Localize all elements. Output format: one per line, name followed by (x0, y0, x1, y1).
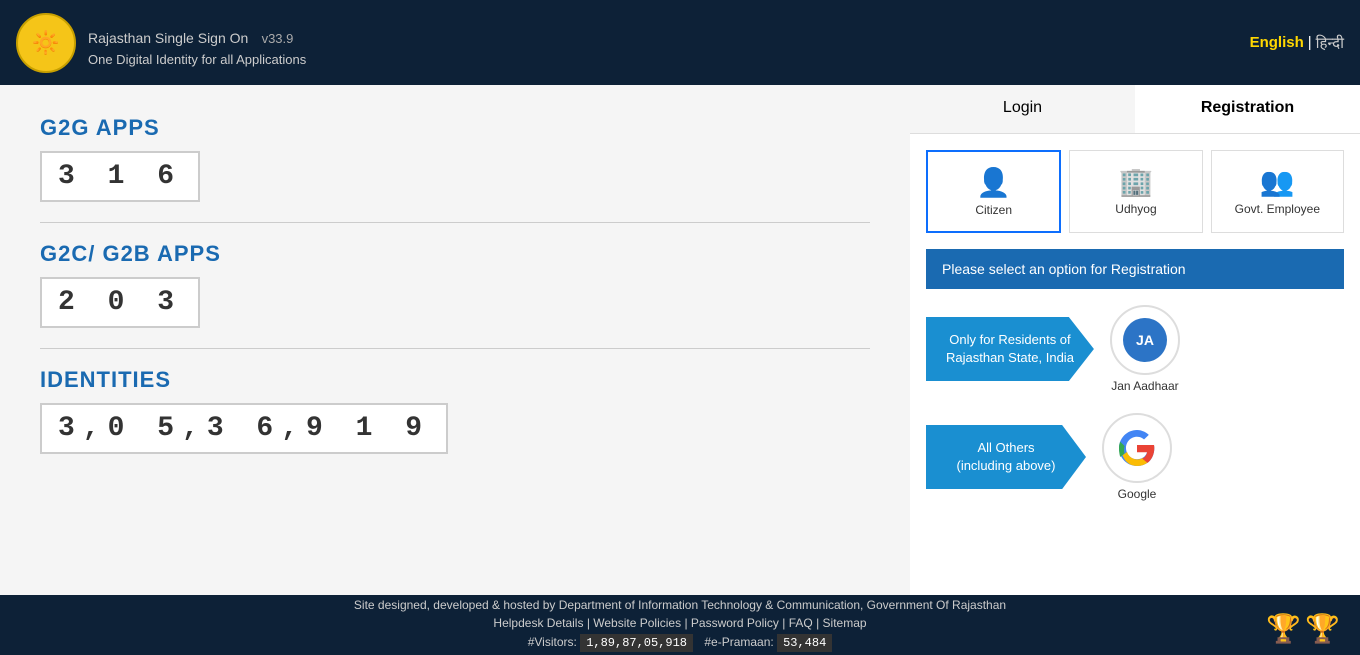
password-policy-link[interactable]: Password Policy (691, 616, 779, 630)
google-row: All Others (including above) Google (926, 413, 1344, 501)
divider-2 (40, 348, 870, 349)
g2g-count: 3 1 6 (40, 151, 200, 202)
english-lang-btn[interactable]: English (1250, 34, 1304, 51)
registration-type-icons: 👤 Citizen 🏢 Udhyog 👥 Govt. Employee (926, 150, 1344, 233)
site-header: 🔆 Rajasthan Single Sign On v33.9 One Dig… (0, 0, 1360, 85)
site-title: Rajasthan Single Sign On v33.9 (88, 19, 306, 50)
all-others-button[interactable]: All Others (including above) (926, 425, 1086, 489)
g2g-title: G2G APPS (40, 115, 870, 141)
site-footer: Site designed, developed & hosted by Dep… (0, 595, 1360, 655)
jan-aadhaar-row: Only for Residents of Rajasthan State, I… (926, 305, 1344, 393)
svg-text:JA: JA (1136, 332, 1154, 348)
visitors-count: 1,89,87,05,918 (580, 634, 693, 652)
identities-title: IDENTITIES (40, 367, 870, 393)
sitemap-link[interactable]: Sitemap (823, 616, 867, 630)
epramaan-count: 53,484 (777, 634, 832, 652)
epramaan-label: #e-Pramaan: (704, 635, 773, 649)
google-group: Google (1102, 413, 1172, 501)
faq-link[interactable]: FAQ (789, 616, 813, 630)
govt-employee-icon: 👥 (1220, 165, 1335, 198)
jan-aadhaar-icon[interactable]: JA (1110, 305, 1180, 375)
registration-content: 👤 Citizen 🏢 Udhyog 👥 Govt. Employee Plea… (910, 134, 1360, 595)
registration-tab[interactable]: Registration (1135, 85, 1360, 133)
trophy-area: 🏆 🏆 (1266, 612, 1340, 645)
right-panel: Login Registration 👤 Citizen 🏢 Udhyog 👥 … (910, 85, 1360, 595)
footer-bottom: #Visitors: 1,89,87,05,918 #e-Pramaan: 53… (16, 634, 1344, 652)
site-subtitle: One Digital Identity for all Application… (88, 52, 306, 67)
citizen-icon: 👤 (936, 166, 1051, 199)
g2g-section: G2G APPS 3 1 6 (40, 115, 870, 202)
udhyog-icon: 🏢 (1078, 165, 1193, 198)
jan-aadhaar-label: Jan Aadhaar (1111, 379, 1178, 393)
citizen-label: Citizen (936, 203, 1051, 217)
hindi-lang-btn[interactable]: हिन्दी (1316, 33, 1344, 53)
footer-main-text: Site designed, developed & hosted by Dep… (16, 598, 1344, 612)
govt-employee-option[interactable]: 👥 Govt. Employee (1211, 150, 1344, 233)
trophy-icon-1: 🏆 (1266, 612, 1301, 645)
g2c-title: G2C/ G2B APPS (40, 241, 870, 267)
footer-links: Helpdesk Details | Website Policies | Pa… (16, 616, 1344, 630)
auth-tabs: Login Registration (910, 85, 1360, 134)
google-label: Google (1118, 487, 1157, 501)
lang-separator: | (1308, 34, 1312, 51)
visitors-label: #Visitors: (528, 635, 577, 649)
header-left: 🔆 Rajasthan Single Sign On v33.9 One Dig… (16, 13, 306, 73)
jan-aadhaar-logo-svg: JA (1120, 315, 1170, 365)
udhyog-option[interactable]: 🏢 Udhyog (1069, 150, 1202, 233)
google-icon[interactable] (1102, 413, 1172, 483)
google-logo-svg (1117, 428, 1157, 468)
jan-aadhaar-group: JA Jan Aadhaar (1110, 305, 1180, 393)
main-container: G2G APPS 3 1 6 G2C/ G2B APPS 2 0 3 IDENT… (0, 85, 1360, 595)
g2c-count: 2 0 3 (40, 277, 200, 328)
registration-message: Please select an option for Registration (926, 249, 1344, 289)
language-switcher: English | हिन्दी (1250, 33, 1344, 53)
g2c-section: G2C/ G2B APPS 2 0 3 (40, 241, 870, 328)
govt-employee-label: Govt. Employee (1220, 202, 1335, 216)
identities-count: 3,0 5,3 6,9 1 9 (40, 403, 448, 454)
login-tab[interactable]: Login (910, 85, 1135, 133)
divider-1 (40, 222, 870, 223)
left-panel: G2G APPS 3 1 6 G2C/ G2B APPS 2 0 3 IDENT… (0, 85, 910, 595)
trophy-icon-2: 🏆 (1305, 612, 1340, 645)
site-logo: 🔆 (16, 13, 76, 73)
identities-section: IDENTITIES 3,0 5,3 6,9 1 9 (40, 367, 870, 454)
jan-aadhaar-button[interactable]: Only for Residents of Rajasthan State, I… (926, 317, 1094, 381)
helpdesk-link[interactable]: Helpdesk Details (493, 616, 583, 630)
header-title-block: Rajasthan Single Sign On v33.9 One Digit… (88, 19, 306, 67)
citizen-option[interactable]: 👤 Citizen (926, 150, 1061, 233)
udhyog-label: Udhyog (1078, 202, 1193, 216)
website-policies-link[interactable]: Website Policies (593, 616, 681, 630)
